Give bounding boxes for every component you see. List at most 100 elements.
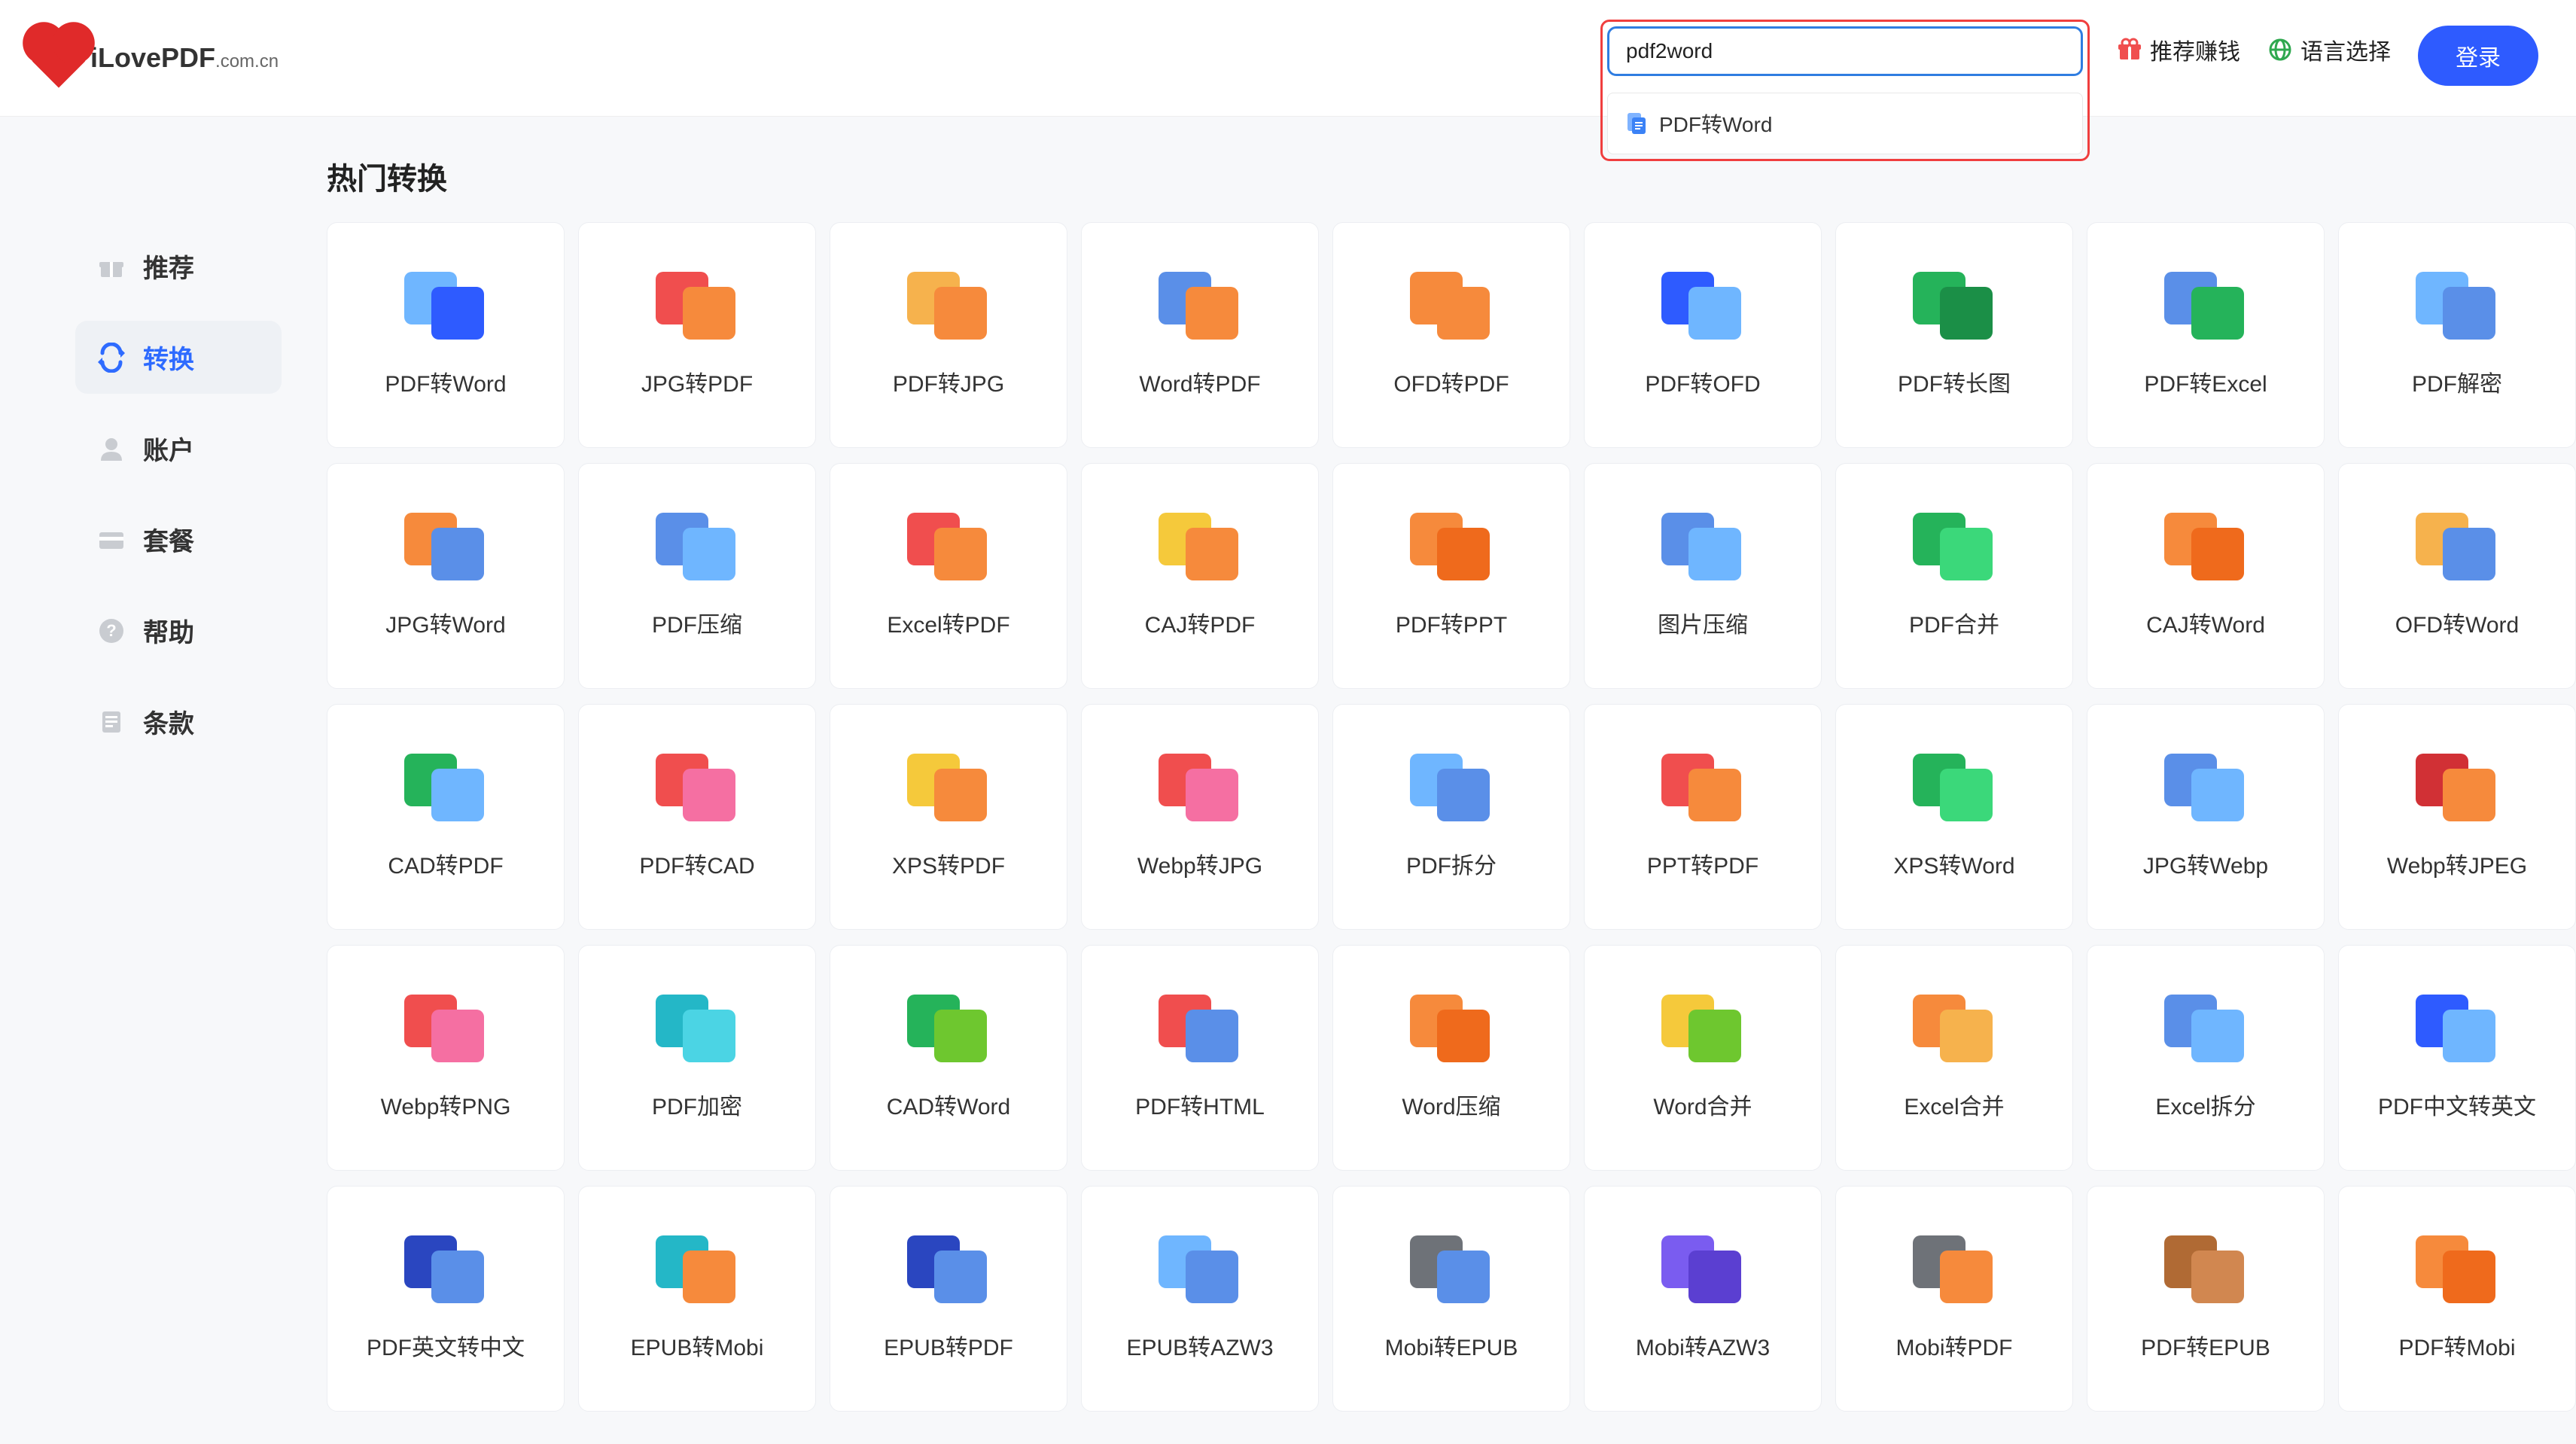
tool-icon	[1410, 754, 1493, 818]
tool-icon	[1159, 1235, 1241, 1300]
tool-card[interactable]: PDF转OFD	[1584, 222, 1822, 448]
tool-card[interactable]: XPS转Word	[1835, 704, 2073, 930]
tool-card[interactable]: PDF转Excel	[2087, 222, 2325, 448]
tool-card[interactable]: PDF中文转英文	[2338, 945, 2576, 1171]
tool-card[interactable]: PPT转PDF	[1584, 704, 1822, 930]
tool-card[interactable]: PDF压缩	[578, 463, 816, 689]
tool-icon	[1661, 754, 1744, 818]
tool-card[interactable]: CAJ转Word	[2087, 463, 2325, 689]
tool-card[interactable]: PDF转长图	[1835, 222, 2073, 448]
tool-card[interactable]: Mobi转AZW3	[1584, 1186, 1822, 1412]
tool-card[interactable]: Word转PDF	[1081, 222, 1319, 448]
sidebar-item-convert[interactable]: 转换	[75, 321, 282, 394]
tool-card[interactable]: CAD转Word	[830, 945, 1067, 1171]
svg-text:?: ?	[106, 621, 116, 640]
search-suggestion-item[interactable]: PDF转Word	[1611, 96, 2079, 151]
tool-card[interactable]: Excel转PDF	[830, 463, 1067, 689]
tool-card[interactable]: Excel拆分	[2087, 945, 2325, 1171]
tool-icon	[1410, 1235, 1493, 1300]
tool-label: PDF中文转英文	[2378, 1088, 2536, 1121]
tool-card[interactable]: PDF合并	[1835, 463, 2073, 689]
tool-icon	[1661, 272, 1744, 337]
tool-card[interactable]: PDF转JPG	[830, 222, 1067, 448]
tool-icon	[2416, 1235, 2498, 1300]
sidebar-item-recommend[interactable]: 推荐	[75, 230, 282, 303]
tool-label: CAJ转PDF	[1145, 606, 1256, 639]
tool-label: Excel转PDF	[887, 606, 1009, 639]
tool-card[interactable]: PDF解密	[2338, 222, 2576, 448]
sidebar-item-label: 帮助	[143, 612, 194, 649]
sidebar-item-plan[interactable]: 套餐	[75, 503, 282, 576]
tool-icon	[907, 995, 990, 1059]
tool-card[interactable]: EPUB转PDF	[830, 1186, 1067, 1412]
tool-card[interactable]: PDF拆分	[1332, 704, 1570, 930]
tool-card[interactable]: PDF转Mobi	[2338, 1186, 2576, 1412]
tool-card[interactable]: OFD转PDF	[1332, 222, 1570, 448]
sidebar-item-label: 推荐	[143, 248, 194, 285]
tool-card[interactable]: Webp转JPEG	[2338, 704, 2576, 930]
tool-icon	[656, 1235, 738, 1300]
tool-card[interactable]: Mobi转EPUB	[1332, 1186, 1570, 1412]
tool-icon	[1410, 513, 1493, 577]
recommend-link[interactable]: 推荐赚钱	[2117, 33, 2240, 66]
tool-label: JPG转Word	[385, 606, 505, 639]
tool-icon	[2164, 995, 2247, 1059]
logo-main: iLovePDF	[90, 5, 215, 73]
search-input[interactable]	[1607, 26, 2083, 76]
sidebar-item-terms[interactable]: 条款	[75, 685, 282, 758]
tool-label: EPUB转Mobi	[631, 1329, 764, 1362]
tool-card[interactable]: PDF转PPT	[1332, 463, 1570, 689]
tool-card[interactable]: CAJ转PDF	[1081, 463, 1319, 689]
tool-card[interactable]: Word合并	[1584, 945, 1822, 1171]
header: iLovePDF.com.cn PDF转Word	[0, 0, 2576, 117]
tool-icon	[1410, 272, 1493, 337]
tool-icon	[656, 513, 738, 577]
tool-label: Mobi转AZW3	[1636, 1329, 1770, 1362]
tool-card[interactable]: EPUB转Mobi	[578, 1186, 816, 1412]
convert-icon	[96, 343, 126, 373]
sidebar-item-account[interactable]: 账户	[75, 412, 282, 485]
tool-card[interactable]: JPG转PDF	[578, 222, 816, 448]
sidebar-item-help[interactable]: ? 帮助	[75, 594, 282, 667]
tool-label: Word合并	[1653, 1088, 1752, 1121]
tool-label: JPG转Webp	[2143, 847, 2268, 880]
language-link[interactable]: 语言选择	[2267, 33, 2391, 66]
tool-icon	[2416, 754, 2498, 818]
tool-card[interactable]: Mobi转PDF	[1835, 1186, 2073, 1412]
tool-card[interactable]: CAD转PDF	[327, 704, 565, 930]
language-label: 语言选择	[2300, 33, 2391, 66]
sidebar: 推荐 转换 账户 套餐 ?	[0, 117, 327, 1412]
tool-card[interactable]: PDF加密	[578, 945, 816, 1171]
tool-card[interactable]: PDF转CAD	[578, 704, 816, 930]
tool-icon	[2416, 513, 2498, 577]
tool-card[interactable]: Word压缩	[1332, 945, 1570, 1171]
tool-card[interactable]: JPG转Word	[327, 463, 565, 689]
logo-suffix: .com.cn	[215, 51, 279, 72]
tool-card[interactable]: 图片压缩	[1584, 463, 1822, 689]
tool-icon	[656, 272, 738, 337]
tool-icon	[2164, 1235, 2247, 1300]
tool-card[interactable]: PDF英文转中文	[327, 1186, 565, 1412]
tool-card[interactable]: PDF转HTML	[1081, 945, 1319, 1171]
tool-icon	[404, 1235, 487, 1300]
recommend-label: 推荐赚钱	[2150, 33, 2240, 66]
tool-card[interactable]: PDF转EPUB	[2087, 1186, 2325, 1412]
tool-card[interactable]: JPG转Webp	[2087, 704, 2325, 930]
logo[interactable]: iLovePDF.com.cn	[38, 37, 279, 79]
login-button[interactable]: 登录	[2418, 26, 2538, 86]
tool-card[interactable]: Webp转JPG	[1081, 704, 1319, 930]
tool-card[interactable]: OFD转Word	[2338, 463, 2576, 689]
tool-card[interactable]: EPUB转AZW3	[1081, 1186, 1319, 1412]
tool-label: OFD转Word	[2395, 606, 2519, 639]
tool-card[interactable]: PDF转Word	[327, 222, 565, 448]
tool-card[interactable]: Excel合并	[1835, 945, 2073, 1171]
sidebar-item-label: 套餐	[143, 521, 194, 558]
tool-card[interactable]: Webp转PNG	[327, 945, 565, 1171]
tool-label: Mobi转EPUB	[1385, 1329, 1518, 1362]
tool-label: PDF合并	[1909, 606, 1999, 639]
sidebar-item-label: 账户	[143, 430, 194, 467]
tool-label: PDF转OFD	[1645, 365, 1760, 398]
gift-icon	[2117, 37, 2142, 62]
tool-label: EPUB转AZW3	[1126, 1329, 1273, 1362]
tool-card[interactable]: XPS转PDF	[830, 704, 1067, 930]
